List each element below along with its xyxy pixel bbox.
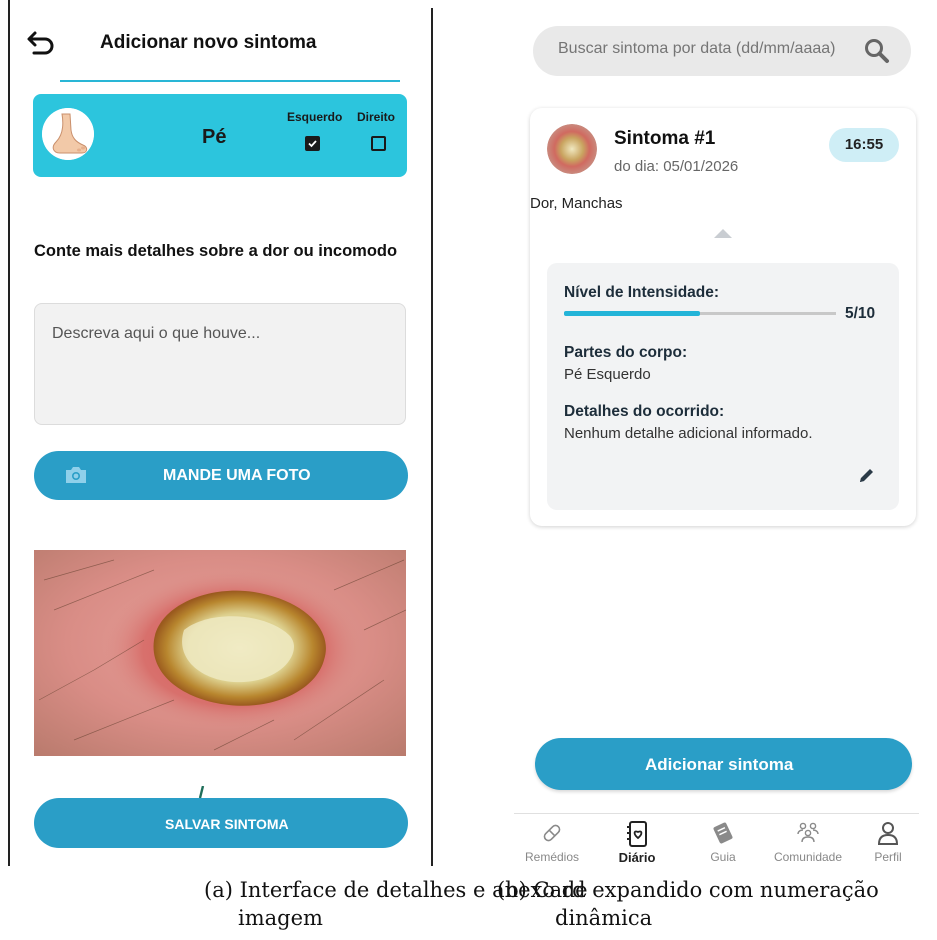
description-textarea[interactable] (34, 303, 406, 425)
add-symptom-label: Adicionar sintoma (645, 755, 794, 774)
nav-item-diario[interactable]: Diário (595, 820, 679, 868)
nav-item-comunidade[interactable]: Comunidade (766, 820, 850, 868)
caption-b-line2: dinâmica (555, 906, 653, 930)
nav-label: Guia (710, 850, 736, 864)
intensity-value: 5/10 (845, 305, 876, 322)
details-question: Conte mais detalhes sobre a dor ou incom… (34, 242, 398, 260)
details-value: Nenhum detalhe adicional informado. (564, 425, 813, 442)
nav-label: Remédios (524, 850, 580, 864)
panel-divider (431, 8, 433, 866)
back-icon[interactable] (26, 30, 56, 56)
nav-label: Perfil (874, 850, 902, 864)
nav-item-remedios[interactable]: Remédios (510, 820, 594, 868)
send-photo-label: MANDE UMA FOTO (163, 467, 311, 484)
body-part-label: Pé (202, 126, 227, 148)
right-side-label: Direito (357, 110, 396, 124)
camera-icon (66, 467, 86, 483)
symptom-title: Sintoma #1 (614, 128, 716, 149)
symptom-date: do dia: 05/01/2026 (614, 158, 739, 175)
intensity-bar-fill (564, 311, 700, 316)
page-title: Adicionar novo sintoma (100, 32, 317, 53)
check-icon (308, 140, 317, 148)
chevron-up-icon[interactable] (712, 227, 734, 239)
save-symptom-label: SALVAR SINTOMA (165, 816, 289, 832)
pill-icon (543, 824, 561, 842)
nav-label: Diário (618, 850, 656, 865)
symptom-thumbnail (547, 124, 597, 174)
symptom-list: Dor, Manchas (530, 195, 623, 212)
time-label: 16:55 (844, 136, 884, 153)
body-parts-value: Pé Esquerdo (564, 366, 651, 383)
journal-icon (627, 821, 647, 847)
section-divider (60, 80, 400, 82)
details-label: Detalhes do ocorrido: (564, 403, 725, 420)
left-side-label: Esquerdo (287, 110, 343, 124)
search-input[interactable] (558, 40, 858, 58)
foot-icon (42, 108, 94, 160)
search-icon[interactable] (864, 38, 890, 64)
nav-item-perfil[interactable]: Perfil (846, 820, 930, 868)
scroll-indicator-icon (198, 786, 205, 798)
edit-icon[interactable] (856, 466, 876, 486)
left-border (8, 0, 10, 866)
description-placeholder: Descreva aqui o que houve... (52, 325, 261, 342)
community-icon (797, 822, 819, 843)
profile-icon (877, 822, 899, 845)
nav-item-guia[interactable]: Guia (681, 820, 765, 868)
caption-b-line1: (b) Card expandido com numeração (497, 878, 879, 902)
nav-label: Comunidade (773, 850, 843, 864)
book-icon (713, 822, 733, 844)
wound-photo (34, 550, 406, 756)
bottom-nav-divider (514, 813, 919, 814)
right-side-checkbox[interactable] (371, 136, 386, 151)
caption-b: (b) Card expandido com numeração dinâmic… (497, 876, 879, 932)
body-parts-label: Partes do corpo: (564, 344, 688, 361)
intensity-label: Nível de Intensidade: (564, 284, 720, 301)
left-side-checkbox[interactable] (305, 136, 320, 151)
